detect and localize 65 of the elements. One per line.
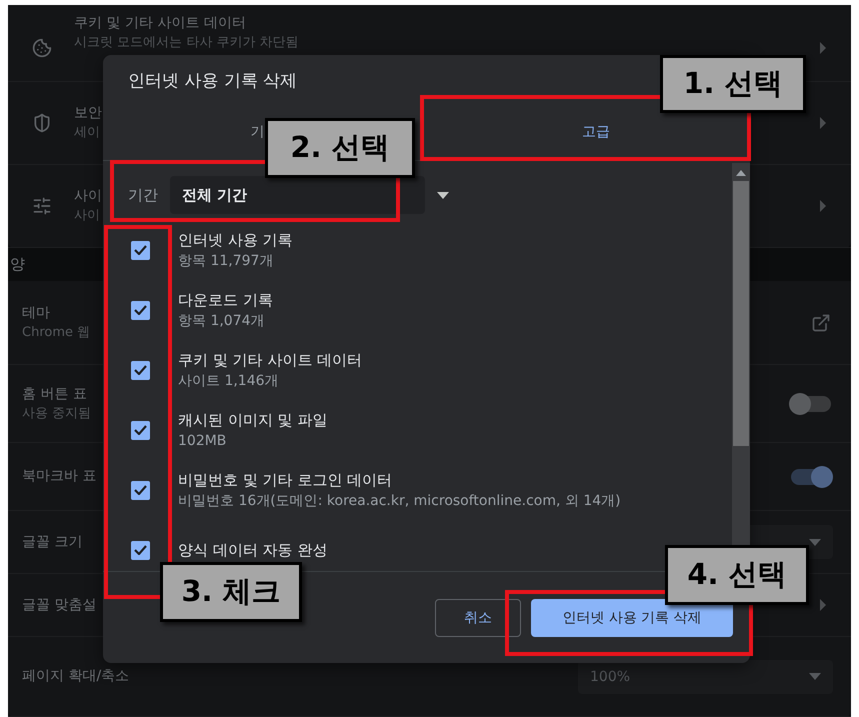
dialog-title: 인터넷 사용 기록 삭제: [128, 70, 298, 92]
shield-icon: [32, 113, 52, 133]
checkbox[interactable]: [131, 420, 150, 440]
scroll-up-icon[interactable]: [736, 169, 746, 177]
setting-title: 보안: [74, 105, 102, 122]
setting-title: 북마크바 표: [22, 468, 96, 485]
caret-icon: [809, 538, 821, 546]
setting-title: 사이: [74, 188, 102, 205]
external-link-icon[interactable]: [811, 312, 831, 332]
item-title: 양식 데이터 자동 완성: [178, 541, 328, 559]
setting-subtitle: 사이: [74, 208, 100, 224]
setting-title: 홈 버튼 표: [22, 386, 87, 402]
setting-subtitle: 세이: [74, 125, 100, 141]
setting-title: 페이지 확대/축소: [22, 668, 130, 685]
checkmark-icon: [134, 425, 147, 435]
toggle-switch[interactable]: [791, 468, 831, 484]
step-tooltip: 2. 선택: [265, 118, 415, 178]
step-tooltip: 4. 선택: [665, 545, 809, 605]
checkmark-icon: [134, 485, 147, 495]
item-title: 인터넷 사용 기록: [178, 230, 293, 248]
setting-title: 글꼴 크기: [22, 534, 82, 550]
delete-button[interactable]: 인터넷 사용 기록 삭제: [531, 598, 733, 636]
arrow-icon: [819, 599, 827, 611]
tab[interactable]: 고급: [582, 122, 610, 140]
setting-subtitle: 사용 중지됨: [22, 406, 92, 422]
item-subtitle: 비밀번호 16개(도메인: korea.ac.kr, microsoftonline.com, 외 14개): [178, 492, 621, 510]
arrow-icon: [819, 200, 827, 212]
checkmark-icon: [134, 245, 147, 255]
checkbox[interactable]: [131, 240, 150, 260]
arrow-icon: [819, 117, 827, 129]
tab[interactable]: 기: [250, 122, 264, 140]
item-subtitle: 사이트 1,146개: [178, 372, 279, 390]
step-tooltip: 3. 체크: [160, 562, 302, 622]
checkmark-icon: [134, 545, 147, 555]
checkbox[interactable]: [131, 540, 150, 560]
period-value: 전체 기간: [182, 186, 248, 204]
item-title: 쿠키 및 기타 사이트 데이터: [178, 350, 362, 368]
cookie-icon: [32, 38, 52, 58]
checkbox[interactable]: [131, 300, 150, 320]
checkbox[interactable]: [131, 480, 150, 500]
section-heading: 양: [10, 255, 25, 274]
checkbox[interactable]: [131, 360, 150, 380]
setting-title: 글꼴 맞춤설: [22, 596, 96, 614]
setting-title: 테마: [22, 304, 50, 322]
caret-icon: [437, 192, 449, 198]
checkmark-icon: [134, 365, 147, 375]
setting-subtitle: Chrome 웹: [22, 324, 90, 340]
item-title: 캐시된 이미지 및 파일: [178, 410, 328, 428]
setting-title: 쿠키 및 기타 사이트 데이터: [74, 15, 246, 32]
arrow-icon: [819, 42, 827, 54]
item-subtitle: 항목 1,074개: [178, 312, 265, 330]
item-subtitle: 102MB: [178, 432, 226, 450]
item-subtitle: 항목 11,797개: [178, 252, 274, 270]
item-title: 비밀번호 및 기타 로그인 데이터: [178, 470, 392, 488]
select-value: 100%: [590, 668, 630, 684]
period-select[interactable]: 전체 기간: [170, 176, 425, 214]
cancel-button[interactable]: 취소: [435, 598, 521, 636]
sliders-icon: [32, 196, 52, 216]
toggle-switch[interactable]: [791, 396, 831, 412]
setting-subtitle: 시크릿 모드에서는 타사 쿠키가 차단됨: [74, 35, 299, 51]
item-title: 다운로드 기록: [178, 290, 273, 308]
checkmark-icon: [134, 305, 147, 315]
period-label: 기간: [128, 186, 158, 204]
step-tooltip: 1. 선택: [660, 55, 806, 113]
caret-icon: [809, 673, 821, 680]
